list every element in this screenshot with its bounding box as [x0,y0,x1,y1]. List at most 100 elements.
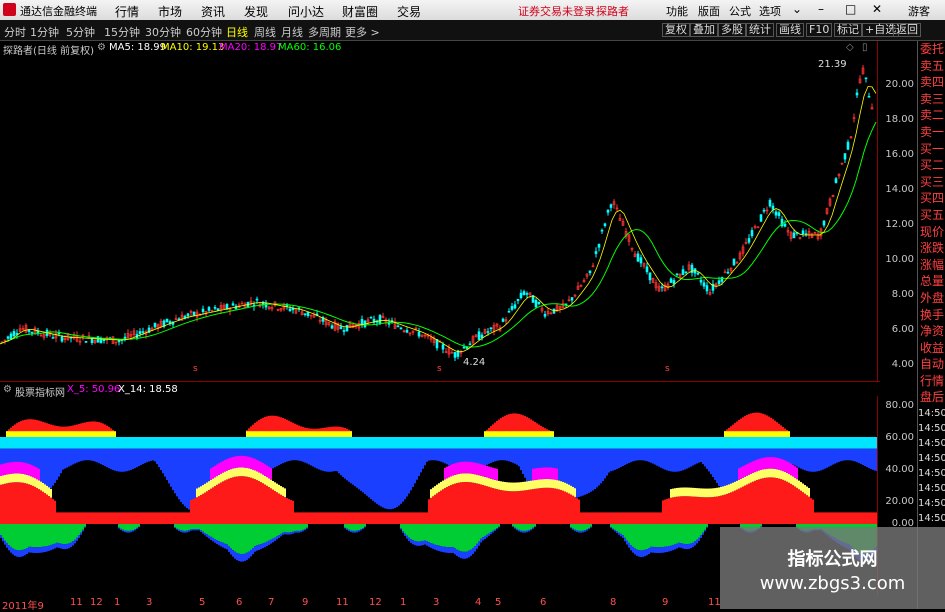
ind-bar [552,467,554,480]
ind-bar [190,500,192,524]
ind-bar [38,524,40,548]
ind-bar [716,496,718,524]
ind-bar [770,437,772,449]
ind-bar [580,437,582,449]
ind-bar [792,476,794,486]
quote-field-label[interactable]: 盘后 [918,389,945,406]
ind-bar [538,488,540,524]
back-button[interactable]: 返回 [893,23,921,37]
ind-bar [260,473,262,483]
period-60min[interactable]: 60分钟 [186,24,222,40]
ind-bar [608,448,610,473]
period-multi[interactable]: 多周期 [308,24,341,40]
ind-bar [62,524,64,544]
stats-button[interactable]: 统计 [746,23,774,37]
ind-bar [102,512,104,524]
menu-news[interactable]: 资讯 [201,3,225,20]
panel-toggle-icon[interactable]: ▯ [862,42,868,53]
quote-field-label: 卖三 [919,91,944,106]
settings-icon[interactable]: ⚙ [97,42,106,53]
ind-bar [60,543,62,549]
ind-bar [262,524,264,544]
ind-bar [252,469,254,479]
ind-bar [714,488,716,497]
ind-bar [58,437,60,449]
candle-body [417,331,421,337]
menu-options[interactable]: 选项 [759,3,781,19]
ind-bar [28,546,30,553]
ind-bar [272,437,274,449]
ind-bar [72,524,74,542]
period-5min[interactable]: 5分钟 [66,24,95,40]
guest-label[interactable]: 游客 [908,3,930,19]
ind-bar [514,527,516,529]
ind-bar [628,542,630,548]
ind-bar [700,448,702,463]
ind-bar [326,431,328,437]
ind-bar [584,524,586,531]
settings-icon[interactable]: ⚙ [3,384,12,395]
ind-bar [200,524,202,531]
ind-bar [842,512,844,524]
menu-layout[interactable]: 版面 [698,3,720,19]
ind-bar [592,448,594,491]
period-30min[interactable]: 30分钟 [145,24,181,40]
ind-bar [286,448,288,462]
adjust-button[interactable]: 复权 [662,23,690,37]
quote-field-label[interactable]: 自动 [918,356,945,373]
menu-function[interactable]: 功能 [666,3,688,19]
ind-bar [770,431,772,437]
period-more[interactable]: 更多 > [345,24,380,40]
login-status[interactable]: 证券交易未登录 [518,3,595,19]
ind-bar [306,527,308,529]
menu-trade[interactable]: 交易 [397,3,421,20]
menu-ask[interactable]: 问小达 [288,3,324,20]
candle-body [843,153,847,160]
period-15min[interactable]: 15分钟 [104,24,140,40]
overlay-button[interactable]: 叠加 [690,23,718,37]
candlestick-chart[interactable]: sss [0,55,877,381]
close-icon[interactable]: ✕ [872,2,882,16]
quote-field-label[interactable]: 行情 [918,373,945,390]
ind-bar [328,431,330,437]
ind-bar [14,473,16,483]
maximize-icon[interactable]: □ [845,2,856,16]
f10-button[interactable]: F10 [806,23,833,37]
candle-body [303,313,307,315]
period-daily[interactable]: 日线 [226,24,248,40]
ind-bar [438,545,440,552]
ind-bar [162,448,164,474]
period-1min[interactable]: 1分钟 [30,24,59,40]
ind-bar [798,480,800,490]
ind-bar [674,524,676,545]
ind-bar [642,550,644,557]
ind-bar [310,437,312,449]
ind-bar [830,448,832,466]
user-label[interactable]: 探路者 [596,3,629,19]
ind-bar [40,437,42,449]
menu-market[interactable]: 市场 [158,3,182,20]
ind-bar [244,553,246,561]
diamond-icon[interactable]: ◇ [846,42,854,53]
ind-bar [470,524,472,550]
ind-bar [808,496,810,524]
ind-bar [576,448,578,498]
chevron-down-icon[interactable]: ⌄ [792,2,802,16]
menu-discover[interactable]: 发现 [244,3,268,20]
menu-formula[interactable]: 公式 [729,3,751,19]
ind-bar [456,474,458,484]
ind-bar [112,431,114,437]
draw-button[interactable]: 画线 [776,23,804,37]
period-weekly[interactable]: 周线 [254,24,276,40]
menu-quotes[interactable]: 行情 [115,3,139,20]
multi-stock-button[interactable]: 多股 [718,23,746,37]
menu-wealth[interactable]: 财富圈 [342,3,378,20]
ind-bar [510,482,512,492]
ind-bar [684,448,686,470]
ind-bar [760,431,762,437]
period-monthly[interactable]: 月线 [281,24,303,40]
mark-button[interactable]: 标记 [834,23,862,37]
period-tick[interactable]: 分时 [4,24,26,40]
ind-bar [690,524,692,544]
minimize-icon[interactable]: – [818,2,824,16]
